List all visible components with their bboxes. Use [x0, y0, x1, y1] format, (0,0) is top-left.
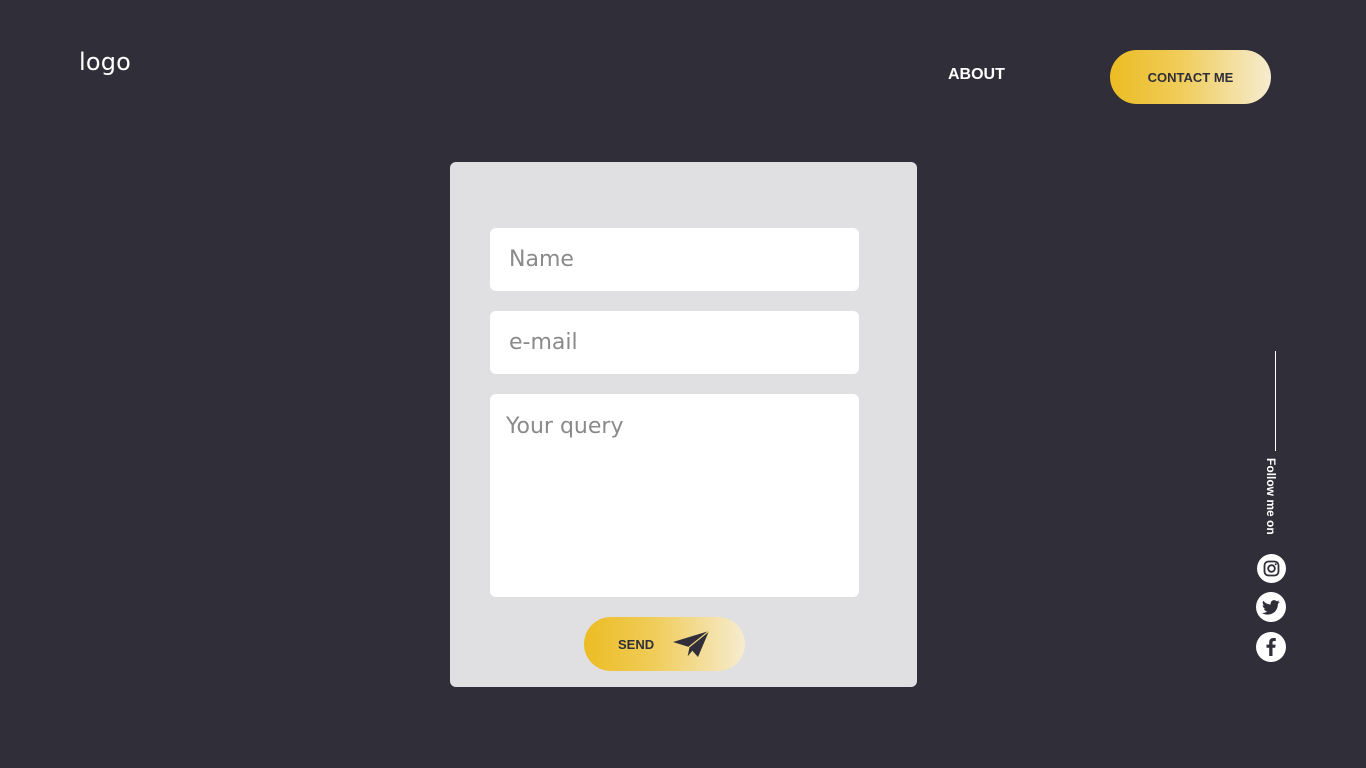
instagram-icon: [1263, 560, 1280, 577]
email-input[interactable]: [490, 311, 859, 374]
facebook-icon: [1266, 638, 1276, 656]
nav-about-link[interactable]: ABOUT: [948, 66, 1005, 84]
query-textarea[interactable]: [490, 394, 859, 597]
paper-plane-icon: [673, 630, 710, 658]
follow-me-label: Follow me on: [1264, 458, 1278, 535]
twitter-icon: [1262, 599, 1280, 615]
facebook-link[interactable]: [1256, 632, 1286, 662]
logo[interactable]: logo: [79, 48, 131, 76]
twitter-link[interactable]: [1256, 592, 1286, 622]
contact-me-button[interactable]: CONTACT ME: [1110, 50, 1271, 104]
contact-form-card: SEND: [450, 162, 917, 687]
instagram-link[interactable]: [1257, 554, 1286, 583]
social-divider-line: [1275, 351, 1276, 451]
send-label: SEND: [618, 637, 655, 652]
send-button[interactable]: SEND: [584, 617, 745, 671]
name-input[interactable]: [490, 228, 859, 291]
